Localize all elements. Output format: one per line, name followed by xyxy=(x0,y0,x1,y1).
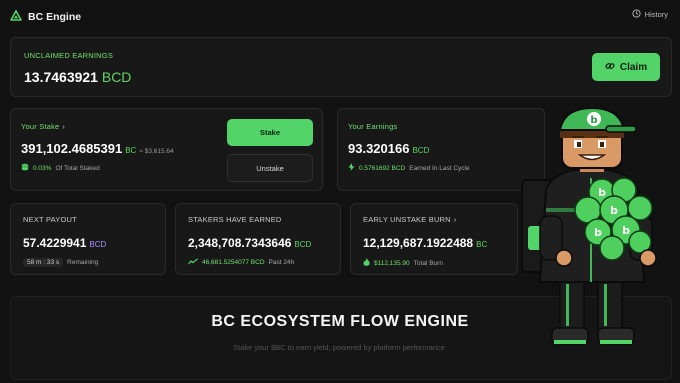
earnings-label: Your Earnings xyxy=(348,122,398,131)
burn-label-row[interactable]: EARLY UNSTAKE BURN › xyxy=(363,215,457,224)
coin-logo: b xyxy=(598,186,606,199)
stakers-amount-row: 2,348,708.7343646 BCD xyxy=(188,236,311,250)
burn-label: EARLY UNSTAKE BURN xyxy=(363,215,451,224)
flame-icon xyxy=(363,258,370,269)
payout-timer-caption: Remaining xyxy=(67,259,99,266)
stake-pct-row: 0.03% Of Total Staked xyxy=(21,163,100,173)
earnings-cycle-row: 0.5761692 BCD Earned In Last Cycle xyxy=(348,163,470,173)
payout-timer-row: 58 m : 33 s Remaining xyxy=(23,258,98,267)
link-icon xyxy=(605,61,615,74)
unclaimed-amount: 13.7463921 xyxy=(24,69,98,85)
unclaimed-earnings-card: UNCLAIMED EARNINGS 13.7463921 BCD Claim xyxy=(10,37,672,97)
early-unstake-burn-card: EARLY UNSTAKE BURN › 12,129,687.1922488 … xyxy=(350,203,518,275)
stakers-delta-caption: Past 24h xyxy=(268,259,295,266)
stakers-earned-card: STAKERS HAVE EARNED 2,348,708.7343646 BC… xyxy=(175,203,341,275)
unstake-button[interactable]: Unstake xyxy=(227,154,313,182)
burn-usd: $112,135.90 xyxy=(374,260,410,267)
lightning-icon xyxy=(348,163,355,173)
chevron-right-icon: › xyxy=(62,122,66,131)
burn-amount: 12,129,687.1922488 xyxy=(363,236,474,250)
trend-up-icon xyxy=(188,258,198,267)
payout-amount: 57.4229941 xyxy=(23,236,87,250)
payout-unit: BCD xyxy=(89,240,107,249)
earnings-cycle-value: 0.5761692 BCD xyxy=(359,164,406,172)
payout-timer: 58 m : 33 s xyxy=(23,258,64,267)
stakers-amount: 2,348,708.7343646 xyxy=(188,236,292,250)
stake-pct: 0.03% xyxy=(33,164,52,172)
stakers-label: STAKERS HAVE EARNED xyxy=(188,215,282,224)
mascot-illustration: b b b b b xyxy=(520,106,678,358)
earnings-cycle-caption: Earned In Last Cycle xyxy=(409,164,470,172)
burn-amount-row: 12,129,687.1922488 BC xyxy=(363,236,487,250)
coin-logo: b xyxy=(610,204,618,217)
coins-stack-icon xyxy=(21,163,29,173)
history-label: History xyxy=(644,10,668,19)
claim-button[interactable]: Claim xyxy=(592,53,660,81)
unclaimed-unit: BCD xyxy=(101,69,132,85)
stake-amount: 391,102.4685391 xyxy=(21,141,123,156)
stake-label-row[interactable]: Your Stake › xyxy=(21,122,65,131)
coin-logo: b xyxy=(594,226,602,239)
top-bar: BC Engine History xyxy=(0,0,680,30)
claim-label: Claim xyxy=(619,61,648,73)
burn-usd-row: $112,135.90 Total Burn xyxy=(363,258,443,269)
stake-button[interactable]: Stake xyxy=(227,119,313,146)
unclaimed-amount-row: 13.7463921 BCD xyxy=(24,69,131,85)
stake-usd: ≈ $3,615.64 xyxy=(139,148,174,155)
cap-logo: b xyxy=(590,115,597,126)
next-payout-card: NEXT PAYOUT 57.4229941 BCD 58 m : 33 s R… xyxy=(10,203,166,275)
stakers-delta-row: 46,681.5254077 BCD Past 24h xyxy=(188,258,294,267)
earnings-amount-row: 93.320166 BCD xyxy=(348,141,429,156)
burn-caption: Total Burn xyxy=(413,260,443,267)
earnings-unit: BCD xyxy=(412,146,430,155)
stake-label: Your Stake xyxy=(21,122,60,131)
burn-unit: BC xyxy=(476,240,488,249)
app-title: BC Engine xyxy=(28,11,82,23)
unclaimed-label: UNCLAIMED EARNINGS xyxy=(24,51,114,60)
logo-icon xyxy=(10,8,22,26)
stake-amount-row: 391,102.4685391 BC ≈ $3,615.64 xyxy=(21,141,174,156)
your-stake-card: Your Stake › 391,102.4685391 BC ≈ $3,615… xyxy=(10,108,323,191)
clock-icon xyxy=(632,9,641,20)
stake-unit: BC xyxy=(125,146,137,155)
history-link[interactable]: History xyxy=(632,9,668,20)
coin-logo: b xyxy=(622,224,630,237)
payout-amount-row: 57.4229941 BCD xyxy=(23,236,106,250)
stake-pct-caption: Of Total Staked xyxy=(55,164,100,172)
brand[interactable]: BC Engine xyxy=(10,8,81,26)
payout-label: NEXT PAYOUT xyxy=(23,215,77,224)
your-earnings-card: Your Earnings 93.320166 BCD 0.5761692 BC… xyxy=(337,108,545,191)
stakers-delta: 46,681.5254077 BCD xyxy=(202,259,265,266)
earnings-amount: 93.320166 xyxy=(348,141,410,156)
chevron-right-icon: › xyxy=(453,215,457,224)
stakers-unit: BCD xyxy=(294,240,312,249)
